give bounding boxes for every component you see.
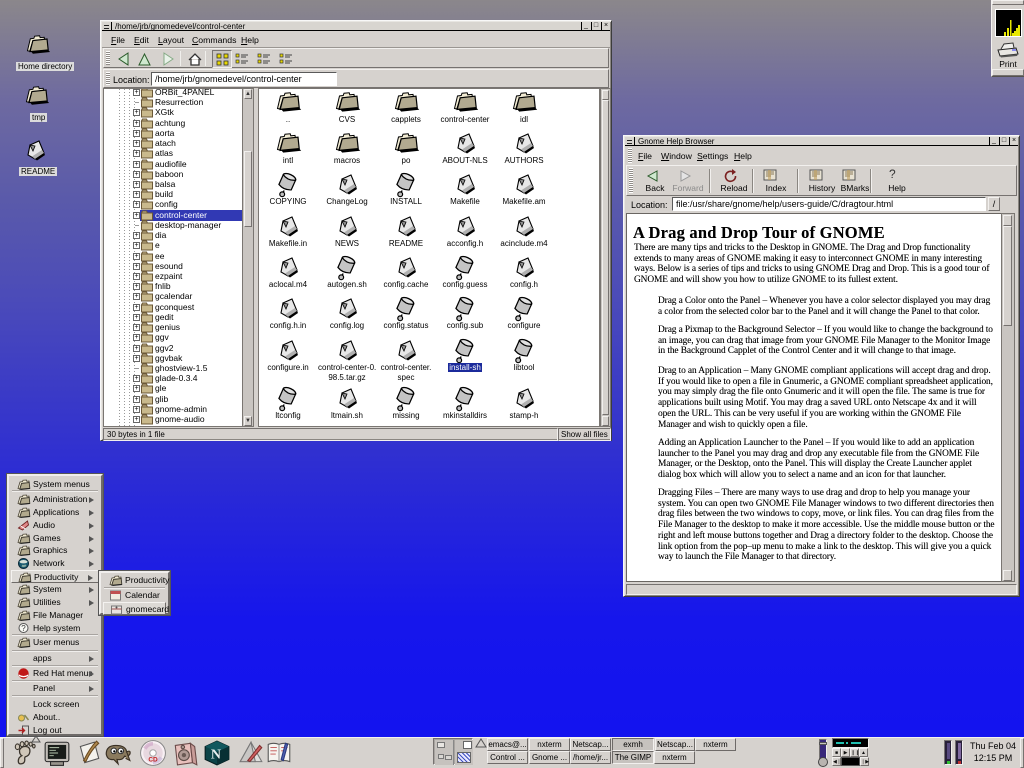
svg-text:N: N [211,747,221,762]
svg-text:?: ? [21,624,26,633]
svg-text:CD: CD [148,757,158,764]
